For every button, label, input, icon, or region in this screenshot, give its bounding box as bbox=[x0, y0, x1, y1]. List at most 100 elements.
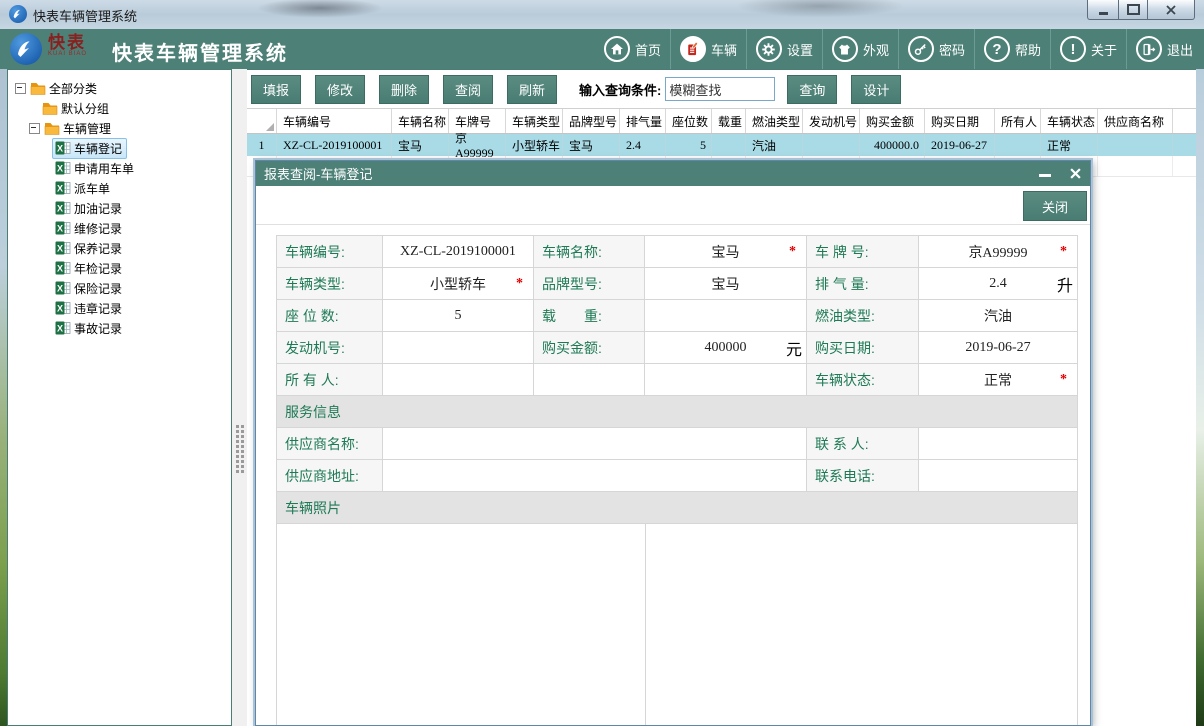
pane-splitter[interactable] bbox=[232, 69, 247, 726]
view-button[interactable]: 查阅 bbox=[443, 75, 493, 104]
tree-node-vehicle-mgmt[interactable]: 车辆管理 bbox=[8, 118, 231, 138]
folder-icon bbox=[42, 100, 58, 116]
required-asterisk: * bbox=[516, 276, 523, 292]
gear-icon bbox=[756, 36, 782, 62]
excel-report-icon bbox=[55, 260, 71, 276]
search-input[interactable] bbox=[665, 77, 775, 101]
vehicle-status-field[interactable]: 正常* bbox=[919, 364, 1078, 396]
window-right-edge bbox=[1196, 69, 1204, 726]
nav-about[interactable]: ! 关于 bbox=[1050, 29, 1126, 69]
field-label: 品牌型号: bbox=[534, 268, 645, 300]
dialog-minimize-button[interactable] bbox=[1030, 161, 1060, 186]
col-vehicle-type[interactable]: 车辆类型 bbox=[506, 109, 563, 133]
col-engine-no[interactable]: 发动机号 bbox=[803, 109, 860, 133]
contact-phone-field[interactable] bbox=[919, 460, 1078, 492]
col-purchase-date[interactable]: 购买日期 bbox=[925, 109, 995, 133]
fuel-type-field[interactable]: 汽油 bbox=[919, 300, 1078, 332]
modify-button[interactable]: 修改 bbox=[315, 75, 365, 104]
collapse-icon[interactable] bbox=[29, 123, 40, 134]
col-vehicle-status[interactable]: 车辆状态 bbox=[1041, 109, 1098, 133]
field-label: 车辆类型: bbox=[277, 268, 383, 300]
engine-no-field[interactable] bbox=[383, 332, 534, 364]
fill-button[interactable]: 填报 bbox=[251, 75, 301, 104]
tree-node-all-categories[interactable]: 全部分类 bbox=[8, 78, 231, 98]
sidebar-item-apply-vehicle[interactable]: 申请用车单 bbox=[8, 158, 231, 178]
col-vehicle-name[interactable]: 车辆名称 bbox=[392, 109, 449, 133]
dialog-close-x-button[interactable] bbox=[1060, 161, 1090, 186]
nav-help[interactable]: ? 帮助 bbox=[974, 29, 1050, 69]
nav-exit[interactable]: 退出 bbox=[1126, 29, 1202, 69]
supplier-name-field[interactable] bbox=[383, 428, 807, 460]
vehicle-form: 车辆编号: XZ-CL-2019100001 车辆名称: 宝马* 车 牌 号: … bbox=[276, 235, 1078, 726]
row-selector-header[interactable] bbox=[247, 109, 277, 133]
sidebar-item-insurance[interactable]: 保险记录 bbox=[8, 278, 231, 298]
brand-model-field[interactable]: 宝马 bbox=[645, 268, 807, 300]
maximize-button[interactable] bbox=[1118, 0, 1148, 20]
sidebar-item-refuel[interactable]: 加油记录 bbox=[8, 198, 231, 218]
refresh-button[interactable]: 刷新 bbox=[507, 75, 557, 104]
col-vehicle-no[interactable]: 车辆编号 bbox=[277, 109, 392, 133]
window-title: 快表车辆管理系统 bbox=[33, 6, 137, 25]
delete-button[interactable]: 删除 bbox=[379, 75, 429, 104]
nav-appearance[interactable]: 外观 bbox=[822, 29, 898, 69]
displacement-field[interactable]: 2.4升 bbox=[919, 268, 1078, 300]
dialog-close-button[interactable]: 关闭 bbox=[1023, 191, 1087, 221]
nav-password[interactable]: 密码 bbox=[898, 29, 974, 69]
excel-report-icon bbox=[55, 180, 71, 196]
field-label: 所 有 人: bbox=[277, 364, 383, 396]
collapse-icon[interactable] bbox=[15, 83, 26, 94]
col-plate-no[interactable]: 车牌号 bbox=[449, 109, 506, 133]
photo-slot-left[interactable] bbox=[277, 524, 646, 726]
os-titlebar: 快表车辆管理系统 bbox=[0, 0, 1204, 30]
sidebar-item-annual-inspection[interactable]: 年检记录 bbox=[8, 258, 231, 278]
minimize-button[interactable] bbox=[1087, 0, 1118, 20]
sidebar-item-accident[interactable]: 事故记录 bbox=[8, 318, 231, 338]
table-row[interactable]: 1 XZ-CL-2019100001 宝马 京A99999 小型轿车 宝马 2.… bbox=[247, 134, 1196, 156]
field-label: 购买金额: bbox=[534, 332, 645, 364]
excel-report-icon bbox=[55, 240, 71, 256]
field-label: 供应商名称: bbox=[277, 428, 383, 460]
design-button[interactable]: 设计 bbox=[851, 75, 901, 104]
category-tree: 全部分类 默认分组 车辆管理 车辆登记 申请用车单 派车单 加油记录 bbox=[7, 69, 232, 726]
photo-slot-right[interactable] bbox=[646, 524, 1077, 726]
sidebar-item-repair[interactable]: 维修记录 bbox=[8, 218, 231, 238]
nav-vehicle[interactable]: 车辆 bbox=[670, 29, 746, 69]
vehicle-name-field[interactable]: 宝马* bbox=[645, 236, 807, 268]
seats-field[interactable]: 5 bbox=[383, 300, 534, 332]
empty-cell bbox=[645, 364, 807, 396]
sidebar-item-vehicle-register[interactable]: 车辆登记 bbox=[8, 138, 231, 158]
cell-displacement: 2.4 bbox=[620, 134, 666, 156]
cell-vehicle-type: 小型轿车 bbox=[506, 134, 563, 156]
sidebar-item-maintenance[interactable]: 保养记录 bbox=[8, 238, 231, 258]
unit-label: 升 bbox=[1057, 272, 1073, 296]
app-header: 快表 KUAI BIAO 快表车辆管理系统 首页 车辆 bbox=[0, 29, 1204, 69]
vehicle-type-field[interactable]: 小型轿车* bbox=[383, 268, 534, 300]
col-fuel-type[interactable]: 燃油类型 bbox=[746, 109, 803, 133]
close-button[interactable] bbox=[1148, 0, 1195, 20]
sidebar-item-violation[interactable]: 违章记录 bbox=[8, 298, 231, 318]
load-field[interactable] bbox=[645, 300, 807, 332]
nav-home[interactable]: 首页 bbox=[595, 29, 670, 69]
col-supplier-name[interactable]: 供应商名称 bbox=[1098, 109, 1173, 133]
field-label: 座 位 数: bbox=[277, 300, 383, 332]
dialog-titlebar[interactable]: 报表查阅-车辆登记 bbox=[256, 161, 1090, 186]
vehicle-no-field[interactable]: XZ-CL-2019100001 bbox=[383, 236, 534, 268]
col-seats[interactable]: 座位数 bbox=[666, 109, 712, 133]
col-displacement[interactable]: 排气量 bbox=[620, 109, 666, 133]
nav-settings[interactable]: 设置 bbox=[746, 29, 822, 69]
contact-field[interactable] bbox=[919, 428, 1078, 460]
query-button[interactable]: 查询 bbox=[787, 75, 837, 104]
report-toolbar: 填报 修改 删除 查阅 刷新 输入查询条件: 查询 设计 bbox=[247, 70, 1196, 108]
cell-rownum: 1 bbox=[247, 134, 277, 156]
supplier-addr-field[interactable] bbox=[383, 460, 807, 492]
plate-no-field[interactable]: 京A99999* bbox=[919, 236, 1078, 268]
col-load[interactable]: 载重 bbox=[712, 109, 746, 133]
tree-node-default-group[interactable]: 默认分组 bbox=[8, 98, 231, 118]
purchase-amount-field[interactable]: 400000元 bbox=[645, 332, 807, 364]
owner-field[interactable] bbox=[383, 364, 534, 396]
sidebar-item-dispatch[interactable]: 派车单 bbox=[8, 178, 231, 198]
purchase-date-field[interactable]: 2019-06-27 bbox=[919, 332, 1078, 364]
col-brand-model[interactable]: 品牌型号 bbox=[563, 109, 620, 133]
col-owner[interactable]: 所有人 bbox=[995, 109, 1041, 133]
col-purchase-amount[interactable]: 购买金额 bbox=[860, 109, 925, 133]
